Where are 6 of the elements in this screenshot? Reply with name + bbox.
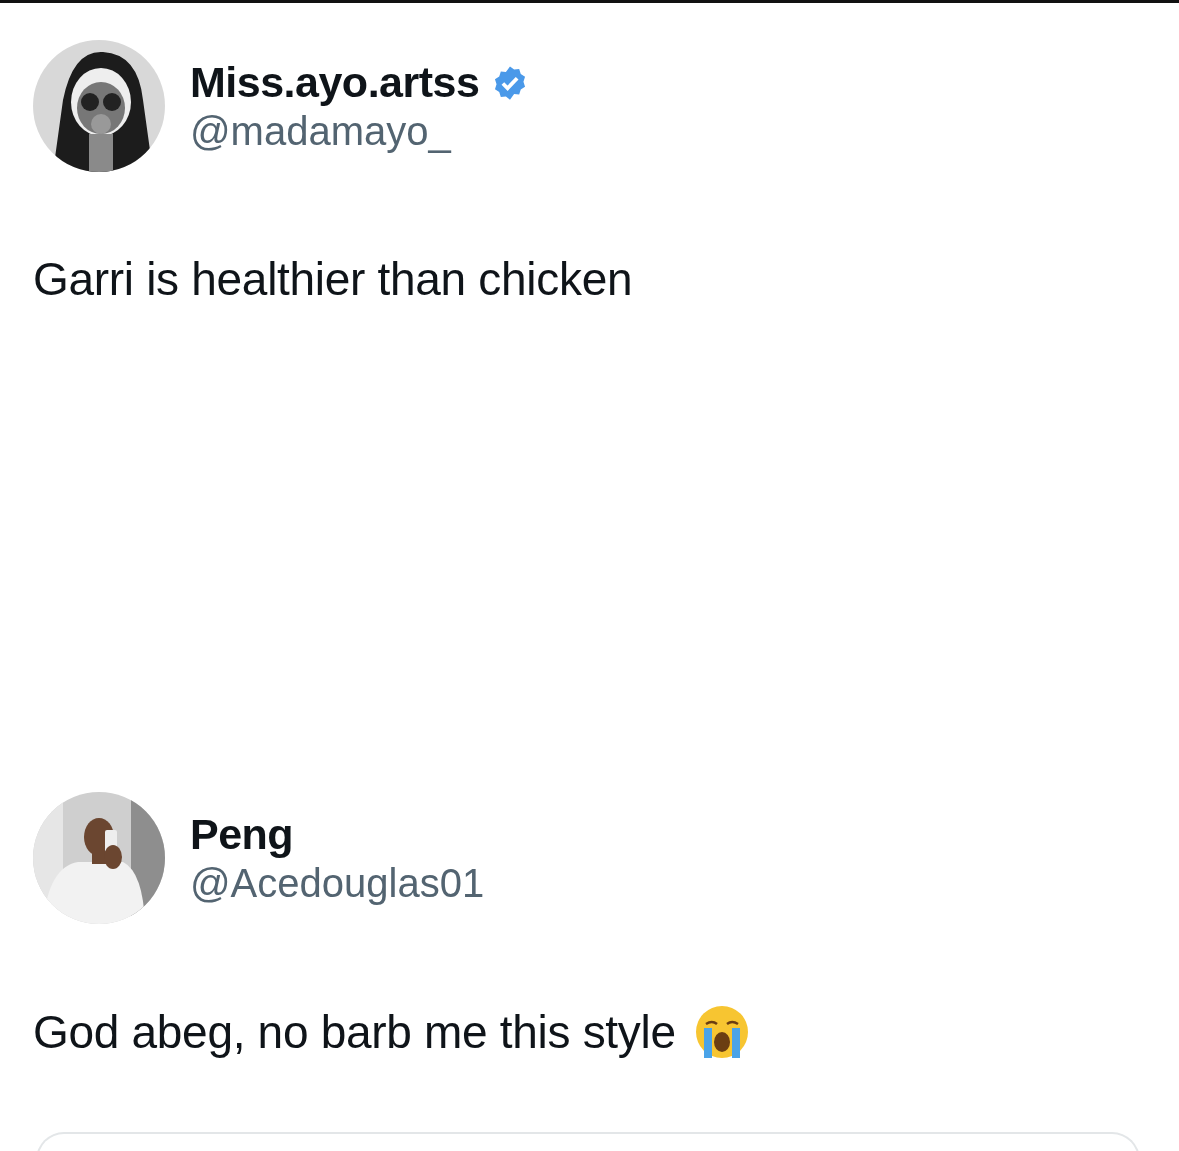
- user-name: Miss.ayo.artss: [190, 58, 480, 107]
- user-name: Peng: [190, 810, 294, 859]
- user-handle: @madamayo_: [190, 109, 453, 154]
- post-text: God abeg, no barb me this style: [33, 1005, 676, 1059]
- user-handle: @Acedouglas01: [190, 861, 485, 906]
- post-text: Garri is healthier than chicken: [33, 252, 633, 306]
